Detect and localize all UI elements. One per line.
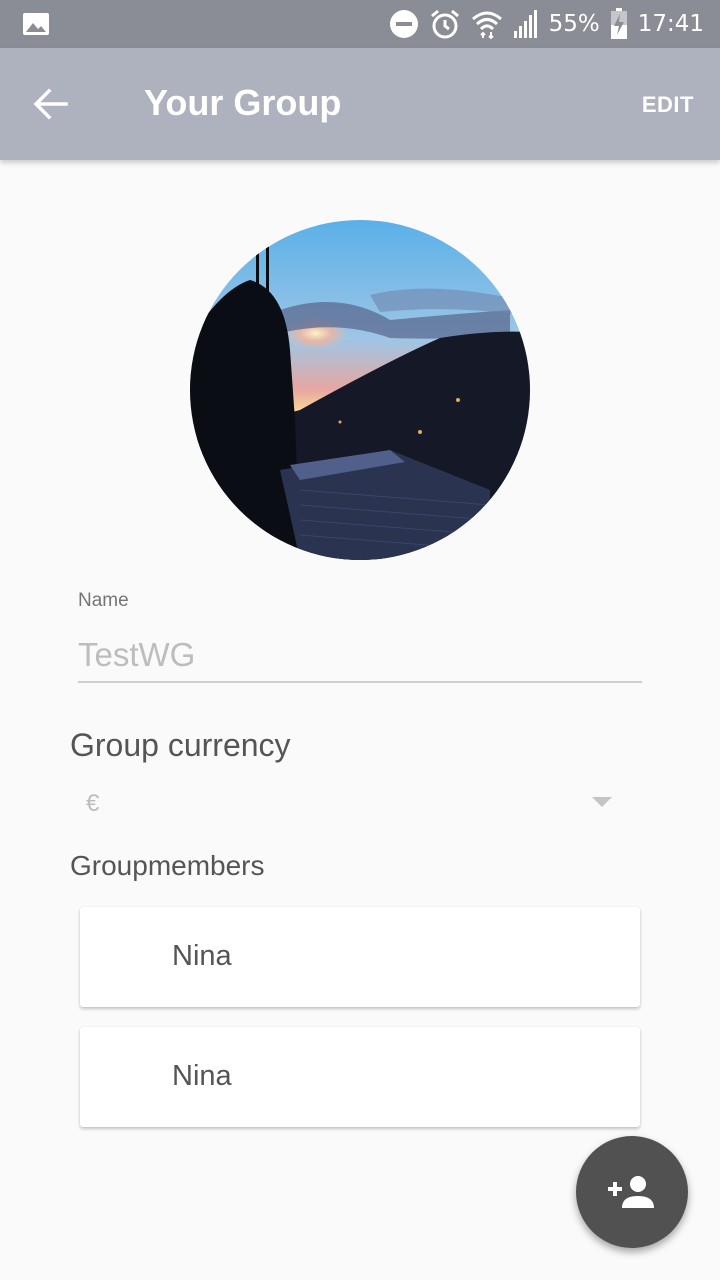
page-title: Your Group [144,82,342,123]
battery-percent: 55% [548,11,600,37]
arrow-left-icon [33,88,68,120]
wifi-icon [471,11,502,39]
edit-button[interactable]: EDIT [642,92,694,118]
chevron-down-icon [592,797,612,807]
name-underline [78,681,642,683]
name-input[interactable]: TestWG [78,636,195,674]
signal-icon [513,10,537,38]
back-button[interactable] [22,76,78,132]
currency-value: € [86,790,100,817]
clock: 17:41 [637,11,704,37]
group-photo [190,220,530,560]
member-card[interactable]: Nina [80,907,640,1007]
add-person-icon [608,1176,654,1208]
group-avatar[interactable] [190,220,530,560]
member-name: Nina [172,940,232,972]
members-heading: Groupmembers [70,850,265,881]
member-name: Nina [172,1060,232,1092]
battery-charging-icon [610,8,627,39]
member-card[interactable]: Nina [80,1027,640,1127]
app-bar: Your Group EDIT [0,48,720,160]
add-member-button[interactable] [576,1136,688,1248]
alarm-icon [430,9,459,39]
currency-dropdown[interactable]: € [70,780,630,828]
gallery-icon [23,13,49,35]
status-bar: 55% 17:41 [0,0,720,48]
name-label: Name [78,590,129,611]
currency-heading: Group currency [70,727,291,763]
dnd-icon [389,10,418,38]
